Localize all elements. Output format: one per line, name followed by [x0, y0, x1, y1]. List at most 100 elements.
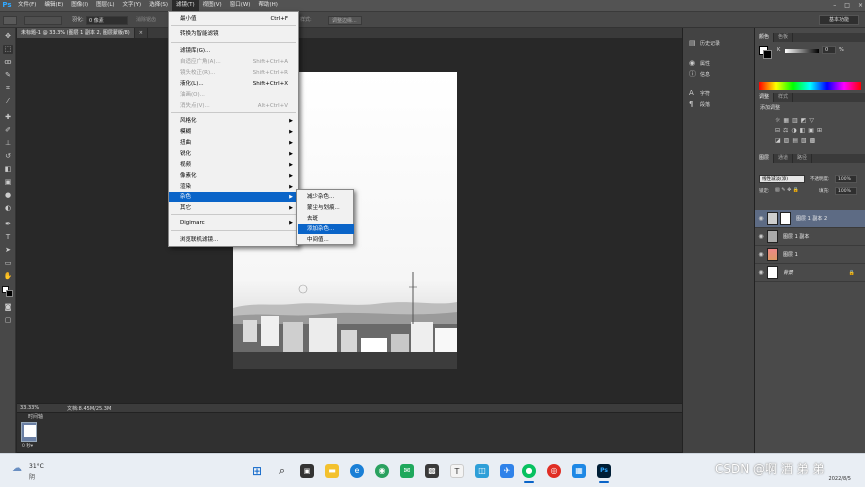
task-view-icon[interactable]: ▣ [300, 464, 314, 478]
terminal-icon[interactable]: ▩ [425, 464, 439, 478]
file-explorer-icon[interactable]: ▬ [325, 464, 339, 478]
layer-name[interactable]: 图层 1 [783, 251, 798, 258]
photoshop-taskbar-icon[interactable]: Ps [597, 464, 611, 478]
noise-submenu-item[interactable]: 减少杂色... [298, 192, 354, 202]
menu-item[interactable]: 选择(S) [145, 0, 172, 11]
healing-brush-tool-icon[interactable]: ✚ [3, 113, 13, 122]
layer-name[interactable]: 图层 1 副本 2 [796, 215, 827, 222]
blend-mode-select[interactable]: 线性减淡(添) [759, 175, 805, 183]
dodge-tool-icon[interactable]: ◐ [3, 204, 13, 213]
history-brush-tool-icon[interactable]: ↺ [3, 152, 13, 161]
frame-delay[interactable]: 0 秒▾ [22, 443, 33, 449]
filter-menu-item[interactable]: 风格化 ▶ [169, 116, 298, 126]
menu-item[interactable]: 图像(I) [67, 0, 92, 11]
menu-item[interactable]: 帮助(H) [254, 0, 281, 11]
shape-tool-icon[interactable]: ▭ [3, 259, 13, 268]
pen-tool-icon[interactable]: ✒ [3, 220, 13, 229]
filter-menu-item[interactable]: 扭曲 ▶ [169, 138, 298, 148]
lasso-tool-icon[interactable]: ꝏ [3, 58, 13, 67]
filter-menu-item[interactable]: 转换为智能滤镜 [169, 29, 298, 39]
filter-menu-item[interactable]: 锐化 ▶ [169, 149, 298, 159]
filter-menu-item[interactable]: 浏览联机滤镜... [169, 235, 298, 245]
minimize-button[interactable]: – [833, 0, 836, 11]
color-spectrum[interactable] [759, 82, 861, 90]
eyedropper-tool-icon[interactable]: ⁄ [3, 97, 13, 106]
filter-menu-item[interactable]: 滤镜库(G)... [169, 46, 298, 56]
dock-item-character[interactable]: A 字符 [689, 90, 710, 98]
background-color-chip[interactable] [763, 50, 772, 59]
tab-channels[interactable]: 通道 [774, 154, 794, 163]
document-size-info[interactable]: 文档:8.45M/25.3M [67, 405, 111, 412]
antialias-checkbox[interactable]: 消除锯齿 [136, 16, 156, 25]
eraser-tool-icon[interactable]: ◧ [3, 165, 13, 174]
brush-tool-icon[interactable]: ✐ [3, 126, 13, 135]
tab-paths[interactable]: 路径 [793, 154, 813, 163]
dock-item-properties[interactable]: ◉ 属性 [689, 60, 710, 68]
workspace-switcher[interactable]: 基本功能 [819, 15, 859, 25]
opacity-input[interactable]: 100% [835, 175, 857, 183]
tab-styles[interactable]: 样式 [774, 93, 794, 102]
netease-music-icon[interactable]: ◎ [547, 464, 561, 478]
dock-item-info[interactable]: ⓘ 信息 [689, 71, 710, 79]
background-color-swatch[interactable] [6, 290, 13, 297]
filter-menu-item[interactable]: 杂色 ▶ [169, 192, 298, 202]
gradient-tool-icon[interactable]: ▣ [3, 178, 13, 187]
fill-input[interactable]: 100% [835, 187, 857, 195]
layer-name[interactable]: 图层 1 副本 [783, 233, 809, 240]
menu-item[interactable]: 视图(V) [199, 0, 226, 11]
eye-icon[interactable]: ◉ [755, 233, 767, 240]
adjustment-icons-grid[interactable]: ☼▦▥◩▽ ⊟⚖◑◧▣⊞ ◪▨▤▧▩ [775, 116, 847, 148]
crop-tool-icon[interactable]: ⌗ [3, 84, 13, 93]
filter-menu-item[interactable]: 渲染 ▶ [169, 182, 298, 192]
filter-menu-item[interactable]: 液化(L)... Shift+Ctrl+X [169, 79, 298, 89]
spreadsheet-icon[interactable]: ✉ [400, 464, 414, 478]
zoom-level[interactable]: 33.33% [20, 405, 39, 411]
noise-submenu-item[interactable]: 添加杂色... [298, 224, 354, 234]
quick-mask-icon[interactable]: ◙ [3, 303, 13, 312]
filter-menu-item[interactable]: 视频 ▶ [169, 160, 298, 170]
weather-temp[interactable]: 31°C [29, 463, 44, 470]
filter-menu-item[interactable]: 最小值 Ctrl+F [169, 14, 298, 24]
layer-name[interactable]: 背景 [783, 269, 793, 276]
lock-icons[interactable]: ▧ ✎ ✥ 🔒 [775, 187, 799, 193]
layer-row-copy[interactable]: ◉ 图层 1 副本 [755, 228, 865, 246]
search-icon[interactable]: ⌕ [275, 464, 289, 478]
tab-color[interactable]: 颜色 [755, 33, 775, 42]
k-value-input[interactable]: 0 [822, 46, 836, 54]
browser-icon[interactable]: ▦ [572, 464, 586, 478]
weather-icon[interactable]: ☁ [12, 463, 22, 474]
feishu-icon[interactable]: ✈ [500, 464, 514, 478]
tab-layers[interactable]: 图层 [755, 154, 775, 163]
marquee-tool-icon[interactable]: ⬚ [3, 45, 13, 54]
menu-filter[interactable]: 滤镜(T) [171, 0, 199, 11]
menu-item[interactable]: 图层(L) [92, 0, 118, 11]
document-tab-close[interactable]: × [135, 28, 148, 38]
taskbar-date[interactable]: 2022/8/5 [829, 476, 851, 482]
move-tool-icon[interactable]: ✥ [3, 32, 13, 41]
menu-item[interactable]: 文字(Y) [119, 0, 146, 11]
filter-menu-item[interactable]: Digimarc ▶ [169, 218, 298, 228]
hand-tool-icon[interactable]: ✋ [3, 272, 13, 281]
filter-menu-item[interactable]: 其它 ▶ [169, 203, 298, 213]
dock-item-history[interactable]: ▤ 历史记录 [689, 40, 720, 48]
tab-swatches[interactable]: 色板 [774, 33, 794, 42]
layer-mask-thumbnail[interactable] [780, 212, 791, 225]
refine-edge-button[interactable]: 调整边缘... [328, 16, 362, 25]
filter-menu-item[interactable]: 模糊 ▶ [169, 127, 298, 137]
menu-item[interactable]: 编辑(E) [40, 0, 67, 11]
selection-mode-buttons[interactable] [24, 16, 62, 25]
eye-icon[interactable]: ◉ [755, 269, 767, 276]
menu-item[interactable]: 窗口(W) [226, 0, 255, 11]
start-icon[interactable]: ⊞ [250, 464, 264, 478]
noise-submenu-item[interactable]: 蒙尘与划痕... [298, 203, 354, 213]
layer-row-background[interactable]: ◉ 背景 🔒 [755, 264, 865, 282]
filter-menu-item[interactable]: 像素化 ▶ [169, 171, 298, 181]
edge-icon[interactable]: e [350, 464, 364, 478]
chrome-icon[interactable]: ◉ [375, 464, 389, 478]
timeline-frame[interactable] [21, 422, 37, 442]
noise-submenu-item[interactable]: 中间值... [298, 235, 354, 245]
eye-icon[interactable]: ◉ [755, 215, 767, 222]
marquee-tool-preset[interactable] [3, 16, 17, 25]
noise-submenu-item[interactable]: 去斑 [298, 214, 354, 224]
layer-row-1[interactable]: ◉ 图层 1 [755, 246, 865, 264]
